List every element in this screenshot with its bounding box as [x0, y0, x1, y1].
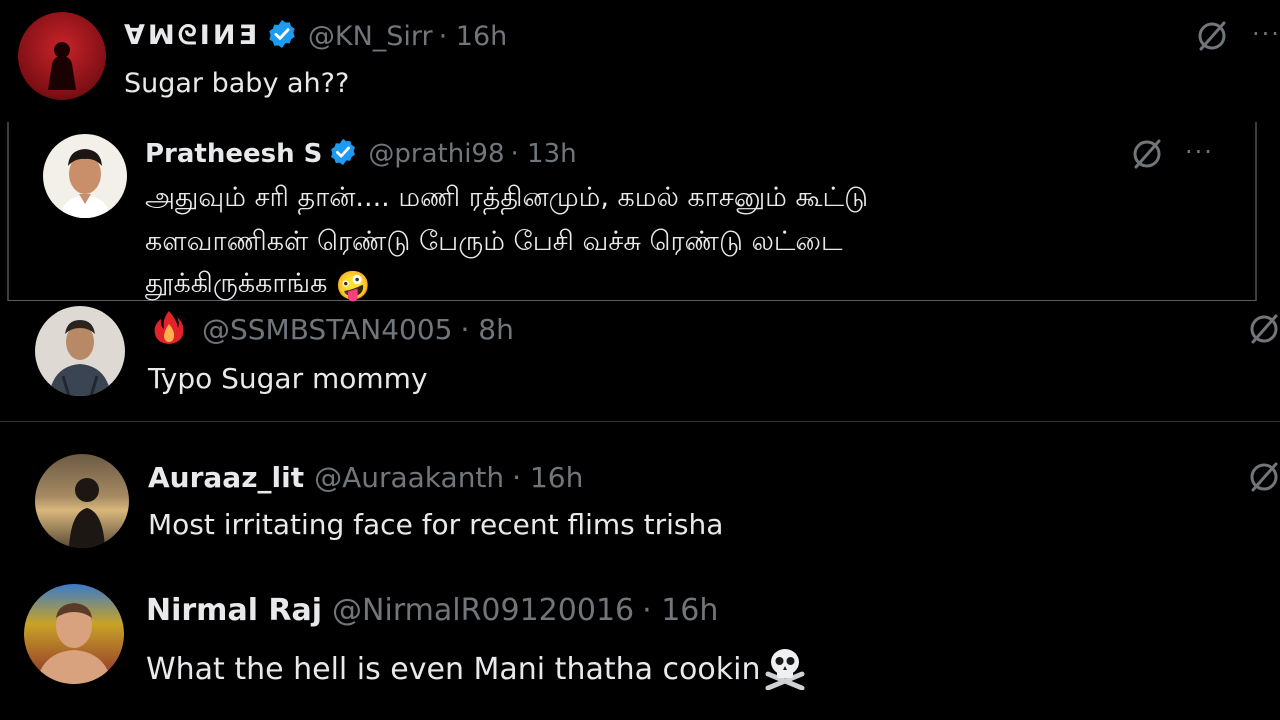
avatar-auraaz[interactable] [35, 454, 129, 548]
reply-nirmal[interactable]: Nirmal Raj @NirmalR09120016 · 16h What t… [0, 578, 1280, 720]
avatar-face [59, 149, 111, 218]
avatar-face [49, 320, 111, 396]
timestamp[interactable]: · 16h [439, 21, 508, 52]
timestamp[interactable]: · 13h [511, 139, 577, 169]
grok-icon[interactable] [1246, 310, 1280, 352]
reply-auraaz[interactable]: Auraaz_lit @Auraakanth · 16h Most irrita… [0, 440, 1280, 560]
post-text-line-2: களவாணிகள் ரெண்டு பேரும் பேசி வச்சு ரெண்ட… [145, 226, 843, 257]
handle[interactable]: @prathi98 [368, 139, 504, 169]
timestamp[interactable]: · 8h [460, 313, 513, 346]
avatar-face [36, 603, 112, 684]
avatar-ssmbstan[interactable] [35, 306, 125, 396]
grok-icon[interactable] [1246, 458, 1280, 500]
post-text: Sugar baby ah?? [124, 68, 350, 99]
post-text: What the hell is even Mani thatha cookin [146, 651, 761, 687]
verified-badge-icon [328, 137, 358, 171]
post-text-line-3: தூக்கிருக்காங்க [145, 268, 328, 299]
avatar-kn-sirr[interactable] [18, 12, 106, 100]
handle[interactable]: @SSMBSTAN4005 [202, 313, 452, 346]
handle[interactable]: @Auraakanth [314, 461, 504, 494]
grok-icon[interactable] [1194, 18, 1230, 58]
skull-crossbones-icon [762, 644, 808, 694]
zany-face-emoji: 🤪 [335, 269, 371, 302]
display-name[interactable]: Pratheesh S [145, 139, 322, 169]
post-text: Typo Sugar mommy [148, 362, 428, 395]
timestamp[interactable]: · 16h [642, 593, 718, 628]
fire-icon [150, 308, 188, 350]
more-icon[interactable]: ··· [1185, 140, 1214, 164]
avatar-pratheesh[interactable] [43, 134, 127, 218]
timestamp[interactable]: · 16h [512, 461, 583, 494]
display-name[interactable]: ꓯꟽᘓIИƎ [124, 20, 260, 52]
display-name[interactable]: Nirmal Raj [146, 593, 322, 628]
display-name[interactable]: Auraaz_lit [148, 461, 304, 494]
post-kn-sirr[interactable]: ꓯꟽᘓIИƎ @KN_Sirr · 16h Sugar baby ah?? ··… [0, 0, 1280, 120]
reply-ssmbstan[interactable]: @SSMBSTAN4005 · 8h Typo Sugar mommy [0, 300, 1280, 420]
avatar-silhouette [48, 42, 76, 90]
post-text-line-1: அதுவும் சரி தான்.... மணி ரத்தினமும், கமல… [145, 182, 869, 213]
avatar-nirmal[interactable] [24, 584, 124, 684]
handle[interactable]: @NirmalR09120016 [332, 593, 634, 628]
quoted-post-card[interactable]: Pratheesh S @prathi98 · 13h அதுவும் சரி … [7, 122, 1257, 302]
grok-icon[interactable] [1129, 136, 1165, 176]
verified-badge-icon [266, 18, 298, 54]
post-text: Most irritating face for recent flims tr… [148, 508, 724, 541]
handle[interactable]: @KN_Sirr [308, 21, 433, 52]
more-icon[interactable]: ··· [1252, 22, 1280, 46]
divider [0, 421, 1280, 422]
avatar-silhouette [69, 478, 105, 548]
